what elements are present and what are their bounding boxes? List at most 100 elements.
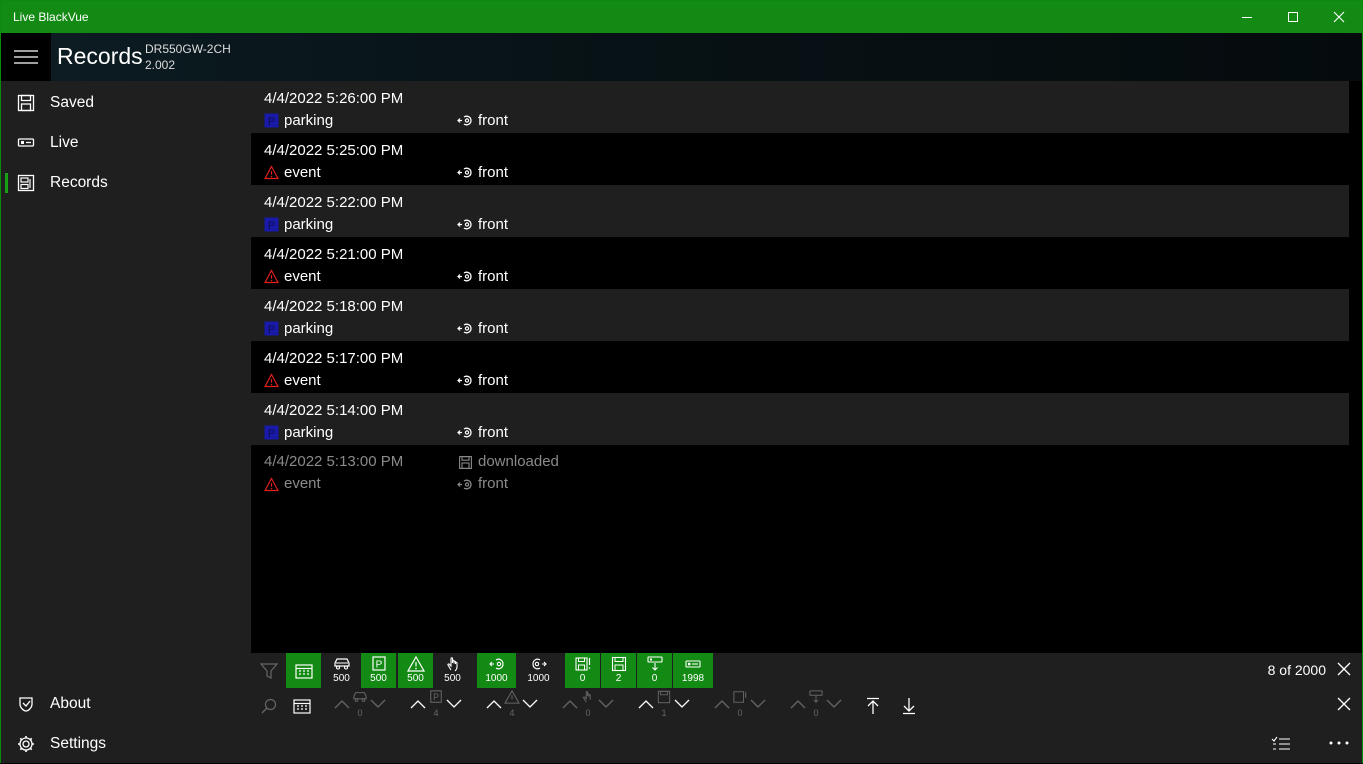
filter-live-button[interactable]: 1998 — [673, 653, 713, 688]
filter-downloading-button[interactable]: 0 — [637, 653, 672, 688]
record-time: 4/4/2022 5:18:00 PM — [264, 298, 404, 315]
camera-download-icon — [646, 656, 663, 671]
jump-to-top-button[interactable] — [863, 688, 883, 723]
chevron-down-icon[interactable] — [522, 698, 538, 710]
chevron-down-icon[interactable] — [446, 698, 462, 710]
filter-count: 500 — [370, 673, 387, 684]
more-options-button[interactable] — [1327, 731, 1351, 755]
list-item[interactable]: 4/4/2022 5:26:00 PM P parking front — [251, 81, 1349, 133]
record-type: parking — [284, 320, 334, 337]
sidebar-item-about[interactable]: About — [1, 684, 251, 724]
svg-text:P: P — [268, 220, 275, 232]
filter-unsaved-button[interactable]: 0 — [565, 653, 600, 688]
list-item[interactable]: 4/4/2022 5:22:00 PM P parking front — [251, 185, 1349, 237]
parking-icon: P — [264, 217, 279, 232]
chevron-down-icon[interactable] — [826, 698, 842, 710]
record-status: downloaded — [478, 453, 559, 470]
jump-to-bottom-button[interactable] — [899, 688, 919, 723]
chevron-down-icon[interactable] — [598, 698, 614, 710]
sidebar: Saved Live Records About Settings — [1, 81, 251, 763]
record-type: parking — [284, 424, 334, 441]
filter-saved-button[interactable]: 2 — [601, 653, 636, 688]
nav-manual-group: 0 — [560, 688, 616, 723]
event-warning-icon — [264, 373, 279, 388]
select-items-button[interactable] — [1269, 731, 1293, 755]
filter-rear-button[interactable]: 1000 — [519, 653, 558, 688]
floppy-icon — [17, 94, 35, 112]
navigation-bar: 0 P 4 4 0 1 0 0 — [251, 688, 1362, 723]
maximize-button[interactable] — [1270, 1, 1316, 33]
page-header: Records DR550GW-2CH 2.002 — [1, 33, 1362, 81]
record-camera: front — [478, 164, 509, 181]
list-item[interactable]: 4/4/2022 5:17:00 PM event front — [251, 341, 1349, 393]
filter-count: 0 — [579, 673, 586, 684]
nav-normal-group: 0 — [332, 688, 388, 723]
hamburger-button[interactable] — [1, 33, 51, 81]
filter-date-button[interactable] — [286, 653, 321, 688]
list-item[interactable]: 4/4/2022 5:25:00 PM event front — [251, 133, 1349, 185]
record-camera: front — [478, 216, 509, 233]
rear-camera-icon — [531, 658, 547, 670]
search-button[interactable] — [259, 688, 279, 723]
record-type: parking — [284, 216, 334, 233]
hand-icon — [583, 691, 591, 703]
front-camera-icon — [457, 219, 472, 230]
chevron-down-icon[interactable] — [674, 698, 690, 710]
hamburger-icon — [14, 50, 38, 64]
svg-text:P: P — [433, 692, 439, 702]
filter-manual-button[interactable]: 500 — [435, 653, 470, 688]
filter-icon — [259, 662, 278, 679]
floppy-icon — [611, 656, 626, 672]
camera-icon — [685, 660, 701, 668]
window-controls — [1224, 1, 1362, 33]
filter-count: 1000 — [527, 673, 550, 684]
event-warning-icon — [264, 477, 279, 492]
filter-front-button[interactable]: 1000 — [477, 653, 516, 688]
record-time: 4/4/2022 5:17:00 PM — [264, 350, 404, 367]
parking-icon: P — [430, 690, 442, 703]
nav-event-group: 4 — [484, 688, 540, 723]
chevron-down-icon[interactable] — [750, 698, 766, 710]
filter-normal-button[interactable]: 500 — [324, 653, 359, 688]
sidebar-item-saved[interactable]: Saved — [1, 83, 251, 123]
filter-count: 500 — [333, 673, 350, 684]
filter-count: 0 — [651, 673, 658, 684]
sidebar-item-label: About — [50, 695, 91, 712]
date-jump-button[interactable] — [291, 688, 313, 723]
record-camera: front — [478, 372, 509, 389]
close-window-button[interactable] — [1316, 1, 1362, 33]
floppy-icon — [459, 456, 472, 469]
record-time: 4/4/2022 5:26:00 PM — [264, 90, 404, 107]
event-warning-icon — [264, 269, 279, 284]
records-list: 4/4/2022 5:26:00 PM P parking front 4/4/… — [251, 81, 1362, 653]
front-camera-icon — [488, 658, 504, 670]
list-item[interactable]: 4/4/2022 5:18:00 PM P parking front — [251, 289, 1349, 341]
svg-text:P: P — [268, 324, 275, 336]
record-camera: front — [478, 424, 509, 441]
filter-parking-button[interactable]: P 500 — [361, 653, 396, 688]
filter-count: 1998 — [681, 673, 705, 684]
list-item[interactable]: 4/4/2022 5:13:00 PM downloaded event fro… — [251, 453, 1349, 505]
parking-icon: P — [264, 113, 279, 128]
floppy-unsaved-icon — [733, 691, 747, 703]
front-camera-icon — [457, 167, 472, 178]
record-type: event — [284, 372, 321, 389]
sidebar-item-settings[interactable]: Settings — [1, 724, 251, 764]
list-item[interactable]: 4/4/2022 5:21:00 PM event front — [251, 237, 1349, 289]
close-filter-icon[interactable] — [1336, 661, 1352, 677]
filter-toggle-button[interactable] — [251, 653, 286, 688]
nav-downloaded-group: 0 — [788, 688, 844, 723]
event-warning-icon — [264, 165, 279, 180]
calendar-icon — [293, 698, 311, 714]
sidebar-item-live[interactable]: Live — [1, 123, 251, 163]
nav-parking-group: P 4 — [408, 688, 464, 723]
device-version: 2.002 — [145, 58, 176, 72]
chevron-down-icon[interactable] — [370, 698, 386, 710]
list-item[interactable]: 4/4/2022 5:14:00 PM P parking front — [251, 393, 1349, 445]
sidebar-item-records[interactable]: Records — [1, 163, 251, 203]
close-navigation-icon[interactable] — [1336, 696, 1352, 712]
filter-event-button[interactable]: 500 — [398, 653, 433, 688]
minimize-button[interactable] — [1224, 1, 1270, 33]
front-camera-icon — [457, 271, 472, 282]
sidebar-item-label: Records — [50, 174, 108, 191]
